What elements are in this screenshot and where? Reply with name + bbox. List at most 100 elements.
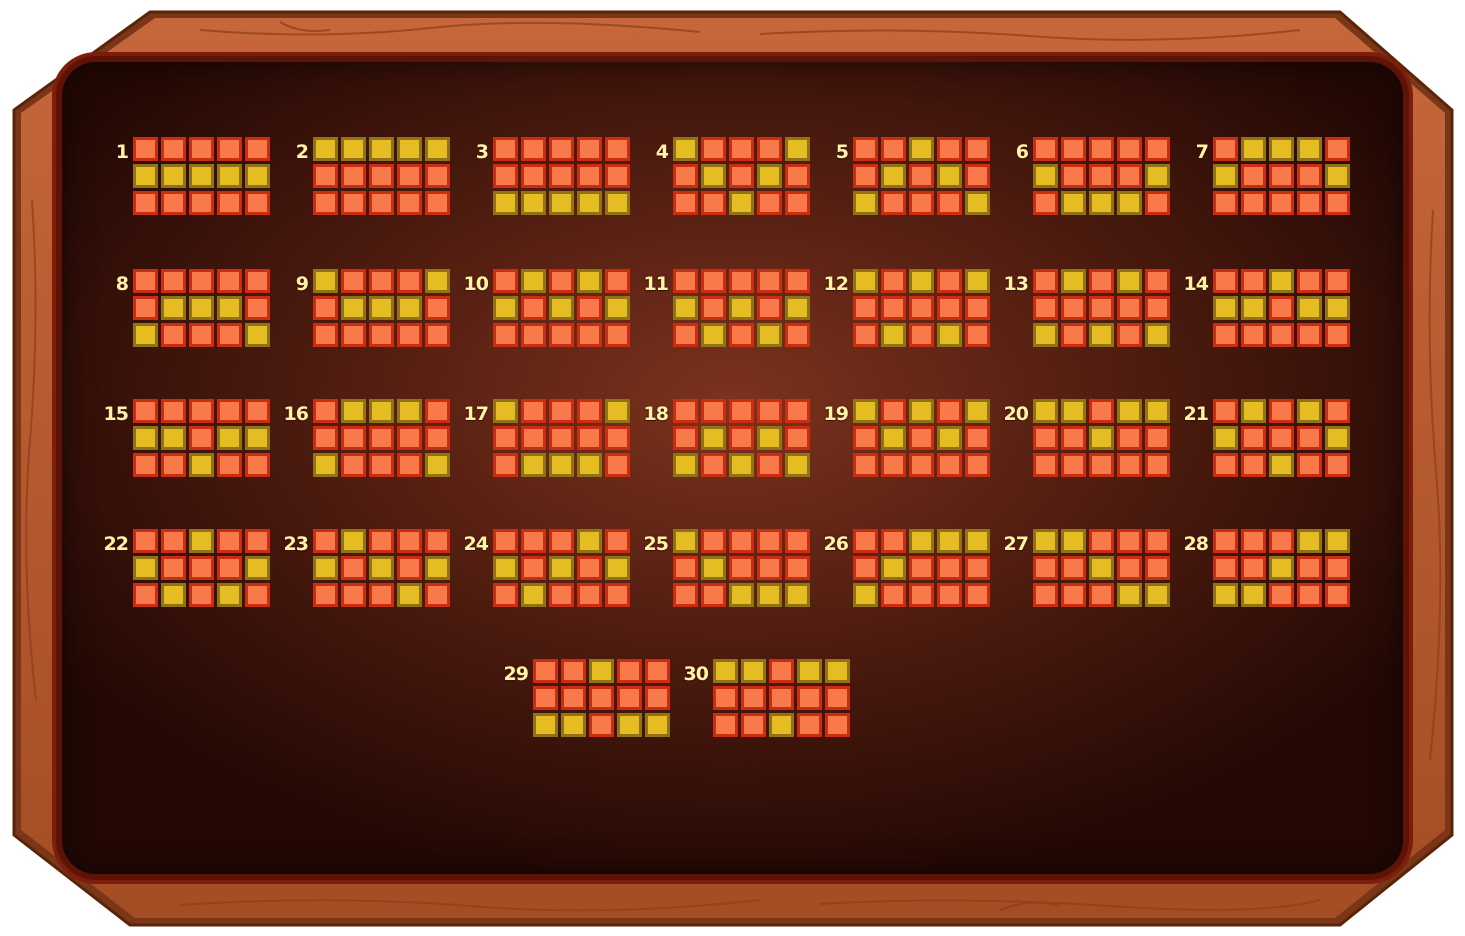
payline-cell	[1089, 296, 1114, 320]
payline-cell	[965, 137, 990, 161]
payline-cell	[1297, 426, 1322, 450]
payline-cell	[605, 269, 630, 293]
payline-cell-active	[161, 583, 186, 607]
payline-cell-active	[785, 137, 810, 161]
payline-cell	[1061, 453, 1086, 477]
payline-cell	[217, 556, 242, 580]
payline-cell	[965, 556, 990, 580]
payline-cell-active	[245, 164, 270, 188]
payline-cell-active	[1213, 426, 1238, 450]
payline-cell	[605, 137, 630, 161]
payline-cell	[881, 191, 906, 215]
payline-cell	[161, 323, 186, 347]
payline-cell-active	[909, 137, 934, 161]
payline-cell-active	[1269, 556, 1294, 580]
payline-cell-active	[493, 191, 518, 215]
payline-cell	[769, 659, 794, 683]
payline-cell	[757, 399, 782, 423]
payline-cell-active	[133, 164, 158, 188]
payline-grid	[493, 399, 630, 477]
payline-cell	[729, 164, 754, 188]
payline-15: 15	[100, 399, 275, 479]
payline-cell-active	[729, 453, 754, 477]
payline-cell	[161, 191, 186, 215]
payline-number: 9	[295, 273, 309, 295]
payline-cell	[425, 323, 450, 347]
payline-cell	[189, 323, 214, 347]
payline-number: 30	[683, 663, 709, 685]
payline-cell-active	[605, 399, 630, 423]
payline-cell	[1269, 399, 1294, 423]
payline-cell	[1089, 137, 1114, 161]
payline-cell	[1061, 426, 1086, 450]
payline-cell	[577, 426, 602, 450]
payline-cell	[909, 191, 934, 215]
payline-cell-active	[605, 556, 630, 580]
payline-cell-active	[909, 269, 934, 293]
payline-cell-active	[341, 137, 366, 161]
payline-cell	[1269, 426, 1294, 450]
payline-cell-active	[341, 529, 366, 553]
payline-cell	[673, 323, 698, 347]
payline-cell-active	[397, 583, 422, 607]
payline-grid	[673, 137, 810, 215]
payline-cell-active	[769, 713, 794, 737]
payline-cell	[1145, 426, 1170, 450]
payline-cell-active	[1089, 426, 1114, 450]
payline-grid	[493, 529, 630, 607]
payline-cell	[425, 426, 450, 450]
payline-number: 8	[115, 273, 129, 295]
payline-cell	[549, 399, 574, 423]
payline-cell-active	[1061, 529, 1086, 553]
payline-cell	[1089, 583, 1114, 607]
payline-cell	[549, 137, 574, 161]
payline-cell-active	[133, 556, 158, 580]
payline-cell	[1213, 399, 1238, 423]
payline-cell	[853, 453, 878, 477]
payline-cell	[245, 453, 270, 477]
payline-cell	[881, 529, 906, 553]
payline-cell-active	[701, 323, 726, 347]
payline-cell	[965, 453, 990, 477]
payline-cell-active	[881, 426, 906, 450]
payline-cell	[937, 583, 962, 607]
payline-cell	[561, 659, 586, 683]
payline-cell	[341, 191, 366, 215]
payline-cell	[369, 323, 394, 347]
payline-cell	[1213, 269, 1238, 293]
payline-cell	[605, 164, 630, 188]
payline-cell	[161, 453, 186, 477]
payline-cell	[217, 191, 242, 215]
payline-cell-active	[133, 426, 158, 450]
payline-cell	[397, 529, 422, 553]
payline-cell	[493, 453, 518, 477]
payline-cell	[965, 296, 990, 320]
payline-number: 1	[115, 141, 129, 163]
payline-cell	[1145, 556, 1170, 580]
payline-cell	[1325, 191, 1350, 215]
payline-cell	[1089, 399, 1114, 423]
payline-cell	[853, 556, 878, 580]
payline-cell	[133, 529, 158, 553]
payline-cell	[701, 529, 726, 553]
payline-cell-active	[1241, 399, 1266, 423]
payline-cell	[161, 529, 186, 553]
payline-cell	[397, 323, 422, 347]
payline-cell-active	[217, 164, 242, 188]
paytable-panel: 1 2 3 4 5 6 7 8 9 10 11 12 13 14 15 16 17 18 19 20 21 22 23 24 2…	[0, 0, 1465, 936]
payline-cell	[217, 529, 242, 553]
payline-cell-active	[1117, 269, 1142, 293]
payline-cell	[397, 269, 422, 293]
payline-22: 22	[100, 529, 275, 609]
payline-cell	[245, 296, 270, 320]
payline-grid	[673, 269, 810, 347]
payline-cell	[369, 426, 394, 450]
payline-cell-active	[341, 296, 366, 320]
payline-cell-active	[549, 191, 574, 215]
payline-cell	[825, 686, 850, 710]
payline-30: 30	[680, 659, 855, 739]
payline-number: 13	[1003, 273, 1029, 295]
payline-cell	[133, 137, 158, 161]
payline-number: 26	[823, 533, 849, 555]
payline-cell	[493, 583, 518, 607]
